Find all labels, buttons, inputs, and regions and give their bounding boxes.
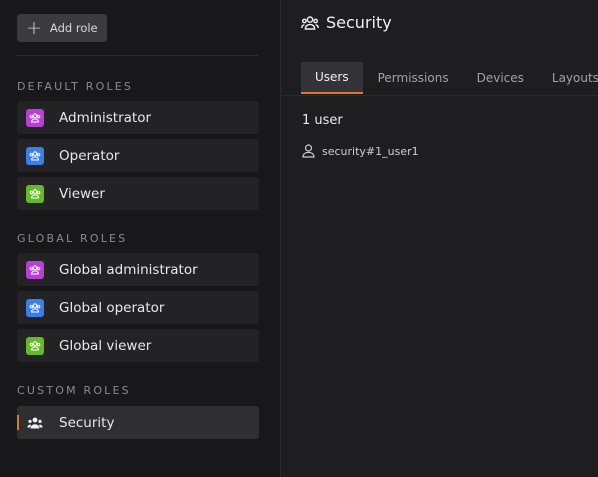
section-title-custom-roles: CUSTOM ROLES (17, 384, 131, 397)
section-title-default-roles: DEFAULT ROLES (17, 80, 134, 93)
role-label: Security (59, 414, 115, 431)
section-title-global-roles: GLOBAL ROLES (17, 232, 128, 245)
role-label: Operator (59, 147, 120, 164)
add-role-button[interactable]: + Add role (17, 14, 107, 42)
user-icon (302, 144, 315, 158)
tab-bar: Users Permissions Devices Layouts (301, 62, 598, 94)
role-item-operator[interactable]: Operator (17, 139, 259, 172)
sidebar: + Add role DEFAULT ROLES Administrator O… (0, 0, 281, 477)
role-item-administrator[interactable]: Administrator (17, 101, 259, 134)
role-item-viewer[interactable]: Viewer (17, 177, 259, 210)
add-role-label: Add role (49, 21, 98, 35)
users-icon (26, 414, 44, 432)
users-count: 1 user (302, 113, 343, 128)
role-label: Administrator (59, 109, 152, 126)
plus-icon: + (26, 16, 42, 39)
role-item-global-administrator[interactable]: Global administrator (17, 253, 259, 286)
list-item[interactable]: security#1_user1 (302, 144, 419, 158)
role-label: Global operator (59, 299, 165, 316)
tab-layouts[interactable]: Layouts (539, 62, 598, 94)
users-icon (26, 260, 44, 279)
users-icon (26, 108, 44, 127)
role-item-global-viewer[interactable]: Global viewer (17, 329, 259, 362)
user-name: security#1_user1 (322, 144, 419, 158)
users-icon (26, 184, 44, 203)
role-item-security[interactable]: Security (17, 406, 259, 439)
role-label: Viewer (59, 185, 105, 202)
users-icon (26, 298, 44, 317)
selected-indicator (17, 415, 19, 430)
users-icon (301, 15, 319, 31)
page-header: Security (301, 13, 392, 32)
role-label: Global administrator (59, 261, 198, 278)
role-item-global-operator[interactable]: Global operator (17, 291, 259, 324)
tab-permissions[interactable]: Permissions (365, 62, 462, 94)
tabs-divider (281, 95, 598, 96)
users-icon (26, 146, 44, 165)
users-icon (26, 336, 44, 355)
page-title: Security (326, 13, 392, 32)
tab-users[interactable]: Users (301, 62, 363, 94)
sidebar-divider (17, 55, 258, 56)
role-label: Global viewer (59, 337, 152, 354)
tab-devices[interactable]: Devices (464, 62, 537, 94)
